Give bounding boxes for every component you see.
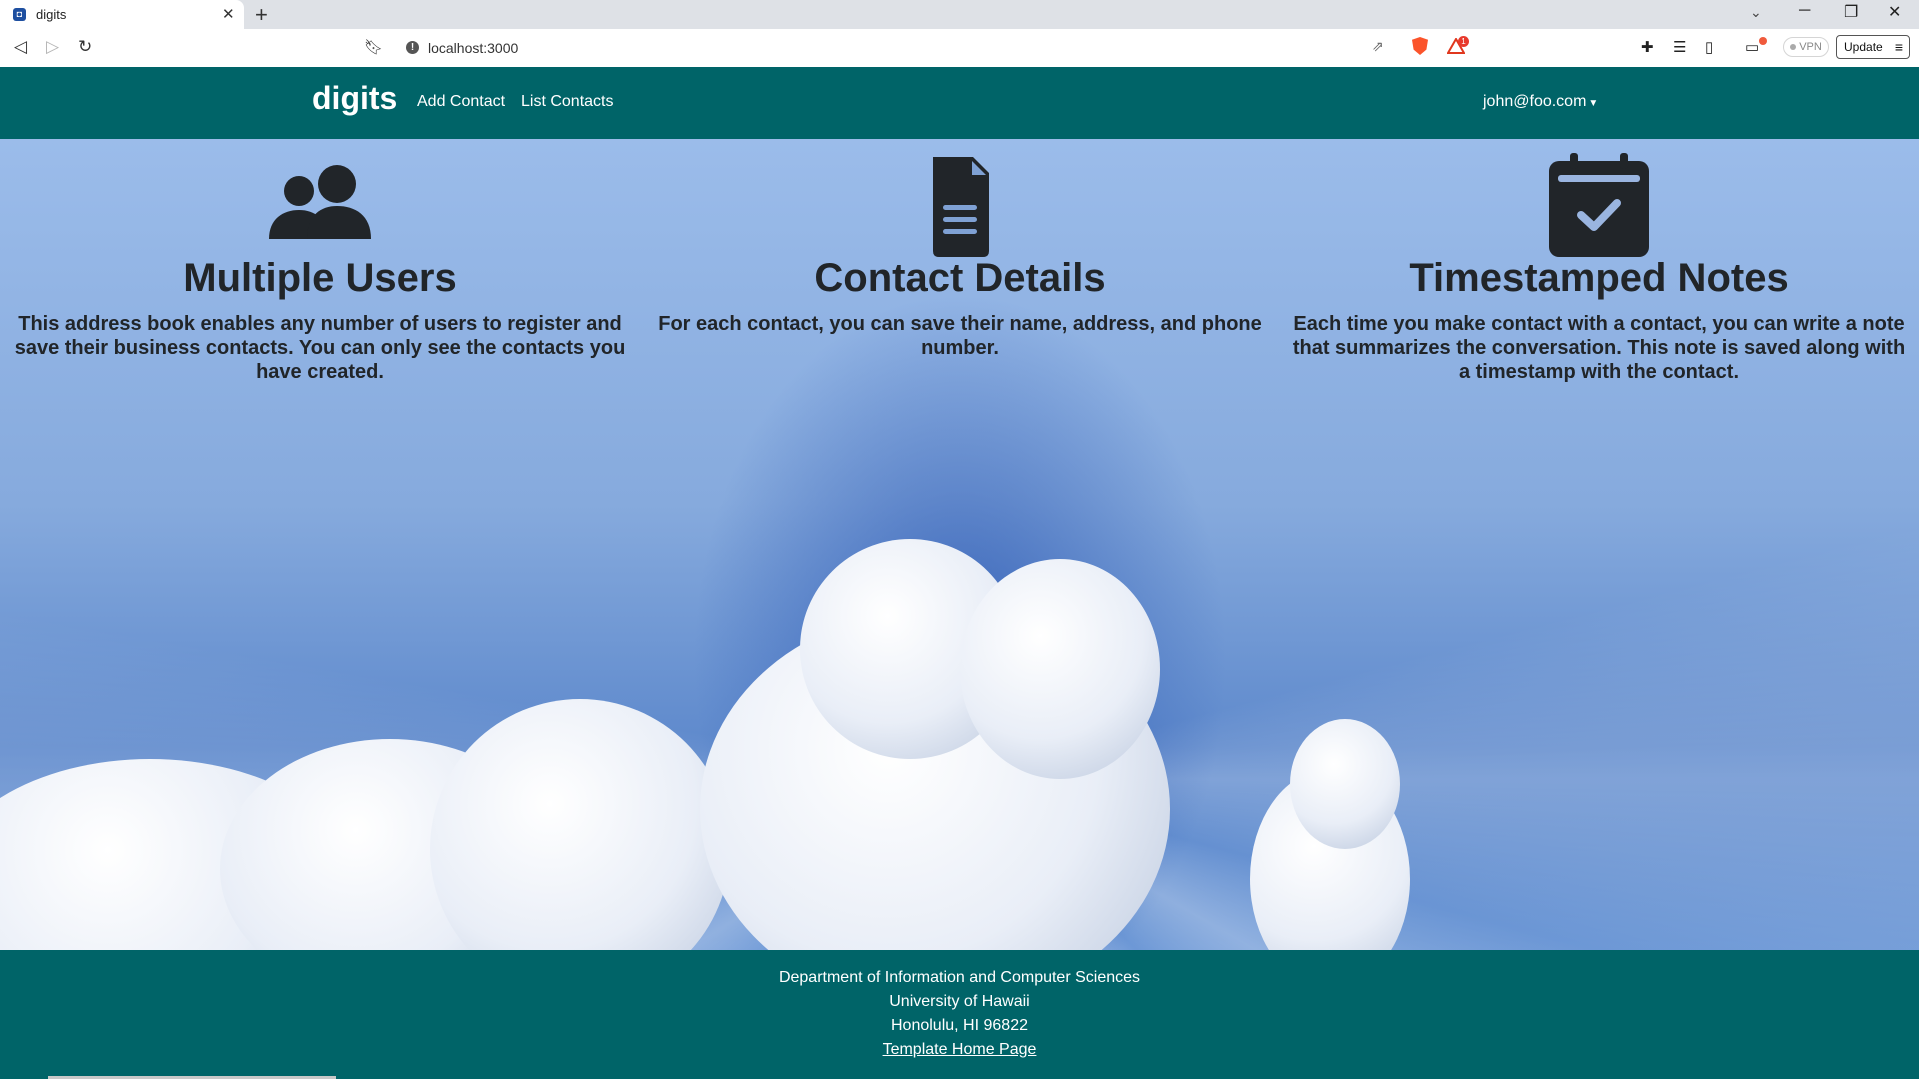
update-label: Update	[1844, 40, 1883, 54]
wallet-notification-dot	[1759, 37, 1767, 45]
menu-icon: ≡	[1894, 39, 1903, 55]
browser-toolbar: ◁ ▷ ↻ 🔖︎ ! localhost:3000	[0, 29, 1919, 68]
footer-university: University of Hawaii	[889, 993, 1030, 1010]
footer-address: Honolulu, HI 96822	[891, 1017, 1028, 1034]
tab-title: digits	[36, 7, 67, 22]
tab-close-icon[interactable]: ✕	[222, 5, 235, 23]
nav-add-contact[interactable]: Add Contact	[417, 93, 505, 111]
feature-text: Each time you make contact with a contac…	[1292, 313, 1906, 383]
feature-title: Multiple Users	[183, 256, 457, 300]
cloud-shape	[430, 699, 730, 950]
tab-search-chevron-icon[interactable]: ⌄	[1750, 4, 1762, 21]
forward-icon[interactable]: ▷	[46, 37, 59, 57]
top-navbar: digits Add Contact List Contacts john@fo…	[0, 67, 1919, 139]
brand-logo[interactable]: digits	[312, 80, 397, 117]
sidebar-icon[interactable]: ▯	[1705, 38, 1713, 56]
user-dropdown[interactable]: john@foo.com ▼	[1483, 93, 1598, 111]
address-bar[interactable]: ! localhost:3000	[398, 34, 1390, 62]
page-footer: Department of Information and Computer S…	[0, 950, 1919, 1079]
nav-list-contacts[interactable]: List Contacts	[521, 93, 613, 111]
users-icon	[269, 165, 371, 239]
extensions-icon[interactable]: ✚	[1641, 38, 1654, 56]
caret-down-icon: ▼	[1588, 98, 1599, 109]
new-tab-icon[interactable]: +	[255, 2, 268, 28]
feature-title: Timestamped Notes	[1409, 256, 1789, 300]
bookmark-icon[interactable]: 🔖︎	[364, 38, 383, 56]
footer-department: Department of Information and Computer S…	[778, 969, 1141, 986]
feature-title: Contact Details	[814, 256, 1106, 300]
minimize-icon[interactable]: ─	[1799, 2, 1810, 20]
rewards-badge: 1	[1458, 36, 1469, 47]
file-lines-icon	[933, 157, 989, 257]
reload-icon[interactable]: ↻	[78, 37, 92, 57]
wallet-icon[interactable]: ▭	[1745, 38, 1759, 56]
feature-text: For each contact, you can save their nam…	[658, 313, 1262, 359]
restore-icon[interactable]: ❐	[1844, 2, 1858, 22]
update-button[interactable]: Update ≡	[1836, 35, 1910, 59]
user-email: john@foo.com	[1483, 93, 1587, 110]
cloud-shape	[960, 559, 1160, 779]
cloud-shape	[1290, 719, 1400, 849]
browser-tab[interactable]: ◘ digits ✕	[0, 0, 244, 29]
tab-favicon-icon: ◘	[13, 8, 26, 21]
playlist-icon[interactable]: ☰	[1673, 38, 1686, 56]
calendar-check-icon	[1549, 153, 1649, 257]
feature-text: This address book enables any number of …	[14, 313, 626, 383]
landing-hero: Multiple Users This address book enables…	[0, 139, 1919, 950]
site-info-icon[interactable]: !	[406, 41, 419, 54]
footer-template-link[interactable]: Template Home Page	[0, 1041, 1919, 1059]
back-icon[interactable]: ◁	[14, 37, 27, 57]
browser-tabstrip: ◘ digits ✕ + ⌄ ─ ❐ ✕	[0, 0, 1919, 29]
share-icon[interactable]: ⇗	[1372, 38, 1384, 55]
vpn-button[interactable]: VPN	[1783, 37, 1829, 57]
window-close-icon[interactable]: ✕	[1888, 2, 1901, 22]
vpn-label: VPN	[1799, 41, 1822, 53]
url-text[interactable]: localhost:3000	[428, 40, 518, 56]
